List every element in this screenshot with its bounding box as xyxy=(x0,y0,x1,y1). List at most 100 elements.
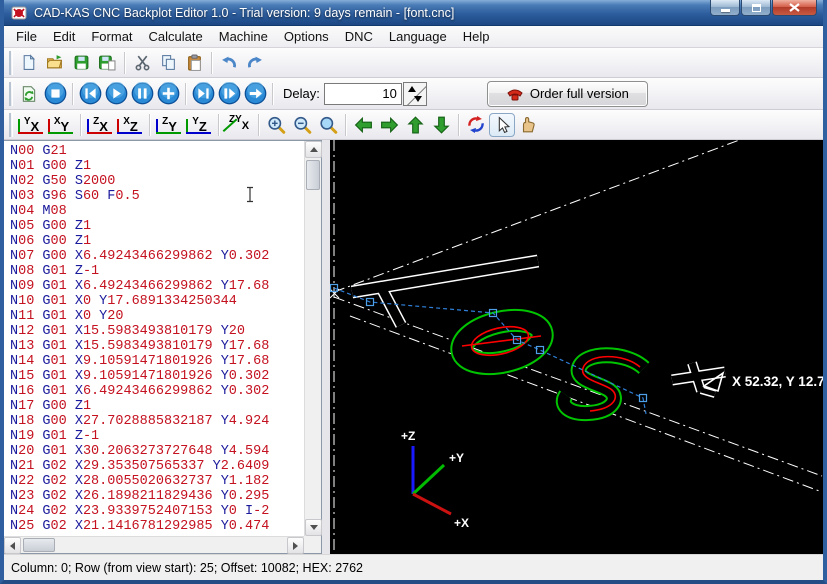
view-xz-button[interactable]: XZ xyxy=(115,113,145,137)
skip-end-button[interactable] xyxy=(190,82,216,106)
gcode-line[interactable]: N25 G02 X21.1416781292985 Y0.474 xyxy=(10,519,304,534)
minimize-button[interactable] xyxy=(710,0,740,16)
gcode-line[interactable]: N10 G01 X0 Y17.6891334250344 xyxy=(10,294,304,309)
view-yx-button[interactable]: YX xyxy=(16,113,46,137)
panel-splitter[interactable] xyxy=(322,140,330,554)
horizontal-scroll-thumb[interactable] xyxy=(23,538,55,552)
pan-right-button[interactable] xyxy=(376,113,402,137)
stop-button[interactable] xyxy=(42,82,68,106)
x-axis-label: +X xyxy=(454,516,469,530)
gcode-editor[interactable]: N00 G21 N01 G00 Z1 N02 G50 S2000 N03 G96 S6… xyxy=(4,141,304,536)
pointer-tool-button[interactable] xyxy=(489,112,516,137)
menu-item-calculate[interactable]: Calculate xyxy=(141,27,211,46)
gcode-line[interactable]: N16 G01 X6.49243466299862 Y0.302 xyxy=(10,384,304,399)
gcode-line[interactable]: N21 G02 X29.353507565337 Y2.6409 xyxy=(10,459,304,474)
copy-button[interactable] xyxy=(155,51,181,75)
axis-vbar xyxy=(117,118,119,133)
view-zy-button[interactable]: ZY xyxy=(154,113,184,137)
gcode-line[interactable]: N19 G01 Z-1 xyxy=(10,429,304,444)
horizontal-scrollbar[interactable] xyxy=(4,536,304,554)
step-button[interactable] xyxy=(216,82,242,106)
paste-button[interactable] xyxy=(181,51,207,75)
gcode-line[interactable]: N03 G96 S60 F0.5 xyxy=(10,189,304,204)
open-file-button[interactable] xyxy=(42,51,68,75)
undo-button[interactable] xyxy=(216,51,242,75)
view-yz-button[interactable]: YZ xyxy=(184,113,214,137)
gcode-line[interactable]: N11 G01 X0 Y20 xyxy=(10,309,304,324)
pan-left-button[interactable] xyxy=(350,113,376,137)
gcode-panel: N00 G21 N01 G00 Z1 N02 G50 S2000 N03 G96 S6… xyxy=(4,140,322,554)
gcode-line[interactable]: N00 G21 xyxy=(10,144,304,159)
spin-down-icon[interactable] xyxy=(413,95,422,102)
new-file-button[interactable] xyxy=(16,51,42,75)
toolbar-grip[interactable] xyxy=(9,50,13,75)
gcode-line[interactable]: N13 G01 X15.5983493810179 Y17.68 xyxy=(10,339,304,354)
gcode-line[interactable]: N18 G00 X27.7028885832187 Y4.924 xyxy=(10,414,304,429)
gcode-line[interactable]: N14 G01 X9.10591471801926 Y17.68 xyxy=(10,354,304,369)
add-button[interactable] xyxy=(155,82,181,106)
rotate-button[interactable] xyxy=(463,113,489,137)
title-bar[interactable]: CAD-KAS CNC Backplot Editor 1.0 - Trial … xyxy=(4,0,823,26)
scroll-right-button[interactable] xyxy=(287,537,304,554)
save-button[interactable] xyxy=(68,51,94,75)
menu-item-options[interactable]: Options xyxy=(276,27,337,46)
gcode-line[interactable]: N09 G01 X6.49243466299862 Y17.68 xyxy=(10,279,304,294)
menu-item-dnc[interactable]: DNC xyxy=(337,27,381,46)
scroll-down-button[interactable] xyxy=(305,519,322,536)
backplot-canvas[interactable]: X 52.32, Y 12.71 +Z +Y +X xyxy=(330,140,823,554)
pan-up-button[interactable] xyxy=(402,113,428,137)
gcode-line[interactable]: N07 G00 X6.49243466299862 Y0.302 xyxy=(10,249,304,264)
gcode-line[interactable]: N23 G02 X26.1898211829436 Y0.295 xyxy=(10,489,304,504)
vertical-scroll-thumb[interactable] xyxy=(306,160,320,190)
gcode-line[interactable]: N01 G00 Z1 xyxy=(10,159,304,174)
scroll-left-button[interactable] xyxy=(4,537,21,554)
delay-input[interactable] xyxy=(323,82,402,105)
toolbar-grip[interactable] xyxy=(9,112,13,137)
cut-button[interactable] xyxy=(129,51,155,75)
scroll-up-button[interactable] xyxy=(305,141,322,158)
gcode-line[interactable]: N05 G00 Z1 xyxy=(10,219,304,234)
gcode-line[interactable]: N20 G01 X30.2063273727648 Y4.594 xyxy=(10,444,304,459)
separator xyxy=(458,113,460,136)
gcode-line[interactable]: N08 G01 Z-1 xyxy=(10,264,304,279)
arrow-up-icon xyxy=(407,115,424,133)
continue-button[interactable] xyxy=(242,82,268,106)
menu-item-machine[interactable]: Machine xyxy=(211,27,276,46)
zoom-window-button[interactable] xyxy=(315,113,341,137)
view-zx-button[interactable]: ZX xyxy=(85,113,115,137)
close-button[interactable] xyxy=(772,0,817,16)
maximize-button[interactable] xyxy=(741,0,771,16)
zoom-out-button[interactable] xyxy=(289,113,315,137)
redo-button[interactable] xyxy=(242,51,268,75)
reload-button[interactable] xyxy=(16,82,42,106)
gcode-line[interactable]: N22 G02 X28.0055020632737 Y1.182 xyxy=(10,474,304,489)
order-full-version-button[interactable]: Order full version xyxy=(486,80,648,107)
zoom-in-button[interactable] xyxy=(263,113,289,137)
view-xy-button[interactable]: XY xyxy=(46,113,76,137)
gcode-line[interactable]: N04 M08 xyxy=(10,204,304,219)
spin-up-icon[interactable] xyxy=(407,85,416,92)
menu-item-language[interactable]: Language xyxy=(381,27,455,46)
delay-spinner[interactable] xyxy=(402,81,427,106)
separator xyxy=(124,51,125,74)
menu-item-file[interactable]: File xyxy=(8,27,45,46)
pan-down-button[interactable] xyxy=(428,113,454,137)
gcode-line[interactable]: N17 G00 Z1 xyxy=(10,399,304,414)
pause-button[interactable] xyxy=(129,82,155,106)
play-button[interactable] xyxy=(103,82,129,106)
save-as-button[interactable] xyxy=(94,51,120,75)
menu-item-edit[interactable]: Edit xyxy=(45,27,83,46)
gcode-line[interactable]: N02 G50 S2000 xyxy=(10,174,304,189)
pan-hand-button[interactable] xyxy=(515,113,541,137)
toolbar-grip[interactable] xyxy=(9,81,13,106)
gcode-line[interactable]: N06 G00 Z1 xyxy=(10,234,304,249)
view-3d-button[interactable]: ZYX xyxy=(222,113,254,137)
menu-item-help[interactable]: Help xyxy=(455,27,498,46)
menu-item-format[interactable]: Format xyxy=(83,27,140,46)
vertical-scrollbar[interactable] xyxy=(304,141,322,536)
skip-start-button[interactable] xyxy=(77,82,103,106)
gcode-line[interactable]: N24 G02 X23.9339752407153 Y0 I-2 xyxy=(10,504,304,519)
step-icon xyxy=(218,82,240,105)
gcode-line[interactable]: N15 G01 X9.10591471801926 Y0.302 xyxy=(10,369,304,384)
gcode-line[interactable]: N12 G01 X15.5983493810179 Y20 xyxy=(10,324,304,339)
